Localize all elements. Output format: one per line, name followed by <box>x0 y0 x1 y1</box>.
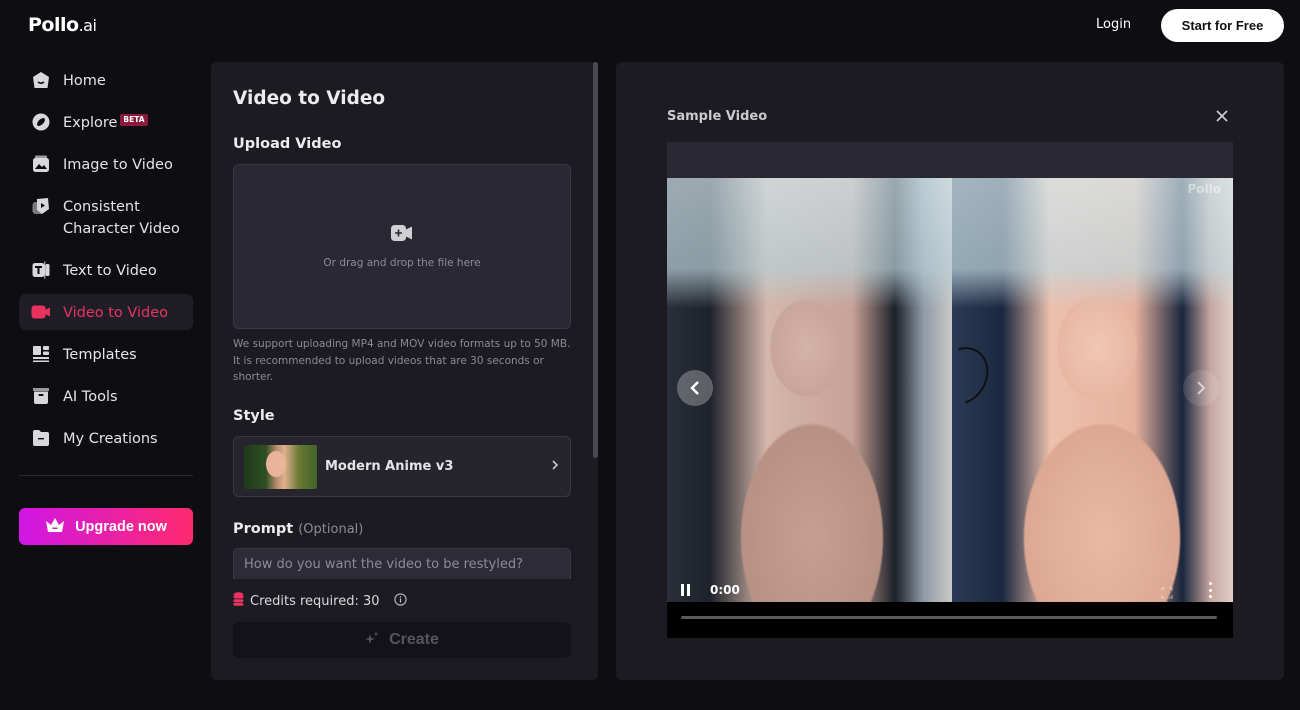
toolbox-icon <box>31 386 51 406</box>
sidebar-item-label: My Creations <box>63 431 158 447</box>
logo[interactable]: Pollo.ai <box>28 14 97 36</box>
sidebar-item-consistent-character-video[interactable]: Consistent Character Video <box>19 188 193 246</box>
explore-label: Explore <box>63 115 118 131</box>
progress-area <box>667 602 1233 638</box>
sidebar-item-templates[interactable]: Templates <box>19 336 193 372</box>
upgrade-now-button[interactable]: Upgrade now <box>19 508 193 545</box>
image-icon <box>31 154 51 174</box>
sidebar-item-label: Templates <box>63 347 137 363</box>
sidebar-item-label: Video to Video <box>63 305 169 321</box>
fullscreen-icon <box>1161 587 1173 599</box>
upload-video-label: Upload Video <box>233 136 342 152</box>
sidebar-item-label: Image to Video <box>63 157 173 173</box>
optional-tag: (Optional) <box>298 522 364 537</box>
style-name: Modern Anime v3 <box>325 459 454 474</box>
create-button[interactable]: Create <box>233 622 571 658</box>
crown-icon <box>45 516 65 538</box>
style-thumbnail <box>244 444 317 489</box>
sidebar-item-label: Home <box>63 73 106 89</box>
pause-button[interactable] <box>681 584 695 598</box>
credits-coin-icon <box>233 592 244 610</box>
chevron-right-icon <box>1197 381 1206 395</box>
video-add-icon <box>391 224 413 245</box>
close-icon <box>1216 110 1228 122</box>
panel-scrollbar[interactable] <box>593 62 598 458</box>
chevron-left-icon <box>690 381 699 395</box>
folder-icon <box>31 428 51 448</box>
close-button[interactable] <box>1212 106 1232 126</box>
sparkle-icon <box>365 631 379 650</box>
prompt-label-text: Prompt <box>233 521 294 537</box>
prompt-input[interactable] <box>233 548 571 579</box>
previous-button[interactable] <box>677 370 713 406</box>
sidebar-divider <box>19 475 193 476</box>
dot <box>1208 595 1212 598</box>
style-selector[interactable]: Modern Anime v3 <box>233 436 571 497</box>
sidebar-item-label: Text to Video <box>63 263 157 279</box>
time-display: 0:00 <box>710 583 740 597</box>
pause-icon-bar <box>687 584 690 596</box>
video-camera-icon <box>31 302 51 322</box>
logo-sub-text: .ai <box>78 16 97 35</box>
upgrade-label: Upgrade now <box>75 518 167 535</box>
sidebar-item-label: Explore BETA <box>63 112 148 134</box>
text-icon <box>31 260 51 280</box>
sidebar-item-label: Consistent Character Video <box>63 199 180 237</box>
video-to-video-panel: Video to Video Upload Video Or drag and … <box>211 62 598 680</box>
login-link[interactable]: Login <box>1096 17 1131 32</box>
next-button[interactable] <box>1183 370 1219 406</box>
style-label: Style <box>233 408 275 424</box>
info-icon[interactable] <box>393 592 407 610</box>
upload-dropzone[interactable]: Or drag and drop the file here <box>233 164 571 329</box>
sidebar-item-home[interactable]: Home <box>19 62 193 98</box>
watermark: Pollo <box>1187 182 1221 196</box>
sidebar-item-label: AI Tools <box>63 389 118 405</box>
video-frame: Pollo 0:00 <box>667 178 1233 602</box>
credits-info: Credits required: 30 <box>233 592 407 610</box>
sample-video-title: Sample Video <box>667 109 768 124</box>
prompt-label: Prompt (Optional) <box>233 521 363 537</box>
page-title: Video to Video <box>233 88 386 109</box>
templates-icon <box>31 344 51 364</box>
compass-icon <box>31 112 51 132</box>
chevron-right-icon <box>550 459 560 475</box>
home-icon <box>31 70 51 90</box>
upload-note: We support uploading MP4 and MOV video f… <box>233 338 571 383</box>
dot <box>1208 582 1212 585</box>
sidebar-item-image-to-video[interactable]: Image to Video <box>19 146 193 182</box>
pause-icon-bar <box>681 584 684 596</box>
sidebar-item-ai-tools[interactable]: AI Tools <box>19 378 193 414</box>
drop-text: Or drag and drop the file here <box>323 256 481 269</box>
sidebar-item-my-creations[interactable]: My Creations <box>19 420 193 456</box>
sidebar-item-text-to-video[interactable]: Text to Video <box>19 252 193 288</box>
sidebar-item-video-to-video[interactable]: Video to Video <box>19 294 193 330</box>
dot <box>1208 588 1212 592</box>
sample-video-panel: Sample Video Pollo 0:00 <box>616 62 1284 680</box>
logo-main-text: Pollo <box>28 14 79 36</box>
progress-bar[interactable] <box>681 616 1217 619</box>
create-label: Create <box>389 631 439 648</box>
video-player[interactable]: Pollo 0:00 <box>667 142 1233 638</box>
beta-badge: BETA <box>120 114 148 126</box>
start-for-free-button[interactable]: Start for Free <box>1161 9 1284 42</box>
character-icon <box>31 196 51 216</box>
credits-text: Credits required: 30 <box>250 593 380 609</box>
fullscreen-button[interactable] <box>1161 584 1173 599</box>
sidebar: Home Explore BETA Image to Video Consiste… <box>19 62 193 462</box>
more-options-button[interactable] <box>1207 582 1213 598</box>
sidebar-item-explore[interactable]: Explore BETA <box>19 104 193 140</box>
